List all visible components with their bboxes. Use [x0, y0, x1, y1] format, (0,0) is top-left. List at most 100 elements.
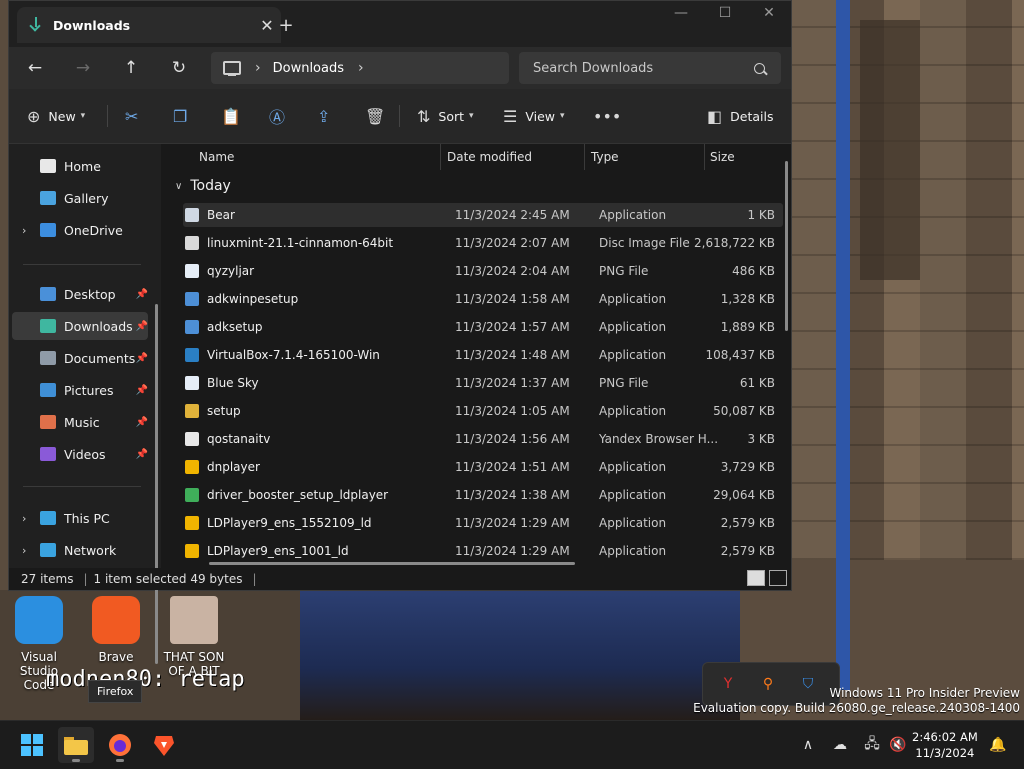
file-row[interactable]: setup 11/3/2024 1:05 AM Application 50,087 …: [183, 399, 783, 423]
details-pane-button[interactable]: ◧ Details: [707, 89, 773, 143]
file-row[interactable]: qostanaitv 11/3/2024 1:56 AM Yandex Browse…: [183, 427, 783, 451]
file-row[interactable]: Bear 11/3/2024 2:45 AM Application 1 KB: [183, 203, 783, 227]
sidebar-item-home[interactable]: Home: [12, 152, 148, 180]
delete-button[interactable]: 🗑: [365, 89, 385, 143]
taskbar-file-explorer[interactable]: [58, 727, 94, 763]
status-bar: 27 items | 1 item selected 49 bytes |: [9, 568, 791, 590]
file-list-horizontal-scrollbar[interactable]: [209, 562, 575, 565]
up-button[interactable]: ↑: [117, 55, 145, 81]
file-row[interactable]: qyzyljar 11/3/2024 2:04 AM PNG File 486 KB: [183, 259, 783, 283]
column-header-type[interactable]: Type: [591, 144, 619, 170]
file-row[interactable]: adksetup 11/3/2024 1:57 AM Application 1,88…: [183, 315, 783, 339]
file-row[interactable]: driver_booster_setup_ldplayer 11/3/2024 1…: [183, 483, 783, 507]
forward-button[interactable]: →: [69, 55, 97, 81]
cut-button[interactable]: ✂: [125, 89, 138, 143]
pictures-icon: [40, 383, 56, 397]
chevron-down-icon: ▾: [469, 111, 474, 121]
wallpaper-block: [860, 20, 920, 280]
tiles-view-icon[interactable]: [769, 570, 787, 586]
file-name: qyzyljar: [207, 264, 255, 278]
breadcrumb-chevron-icon[interactable]: ›: [255, 60, 261, 76]
expand-chevron-icon[interactable]: ›: [22, 544, 26, 557]
sidebar-item-gallery[interactable]: Gallery: [12, 184, 148, 212]
watermark-line2: Evaluation copy. Build 26080.ge_release.…: [693, 701, 1020, 715]
sidebar-item-downloads[interactable]: Downloads 📌: [12, 312, 148, 340]
column-divider[interactable]: [584, 144, 585, 170]
sidebar-item-this-pc[interactable]: › This PC: [12, 504, 148, 532]
sidebar-item-desktop[interactable]: Desktop 📌: [12, 280, 148, 308]
file-row[interactable]: adkwinpesetup 11/3/2024 1:58 AM Applicatio…: [183, 287, 783, 311]
sidebar-item-videos[interactable]: Videos 📌: [12, 440, 148, 468]
cloud-offline-icon[interactable]: ☁: [826, 731, 854, 759]
column-header-name[interactable]: Name: [199, 144, 234, 170]
tab-downloads[interactable]: Downloads ✕: [17, 7, 281, 43]
paste-button[interactable]: 📋: [221, 89, 241, 143]
file-name-cell: qostanaitv: [185, 432, 270, 446]
address-bar[interactable]: › Downloads ›: [211, 52, 509, 84]
rename-button[interactable]: Ⓐ: [269, 89, 285, 143]
volume-muted-icon[interactable]: 🔇: [884, 731, 912, 759]
maximize-button[interactable]: ☐: [703, 5, 747, 27]
close-window-button[interactable]: ✕: [747, 5, 791, 27]
column-divider[interactable]: [440, 144, 441, 170]
start-button[interactable]: [14, 727, 50, 763]
sidebar-item-pictures[interactable]: Pictures 📌: [12, 376, 148, 404]
file-row[interactable]: LDPlayer9_ens_1552109_ld 11/3/2024 1:29 A…: [183, 511, 783, 535]
file-row[interactable]: VirtualBox-7.1.4-165100-Win 11/3/2024 1:4…: [183, 343, 783, 367]
file-type: Application: [599, 516, 667, 530]
network-icon[interactable]: 🖧: [858, 731, 886, 759]
file-list-vertical-scrollbar[interactable]: [785, 161, 788, 331]
file-type: Application: [599, 208, 667, 222]
more-options-button[interactable]: •••: [593, 89, 621, 143]
view-button[interactable]: ☰ View ▾: [503, 89, 565, 143]
file-type: Application: [599, 404, 667, 418]
taskbar-clock[interactable]: 2:46:02 AM 11/3/2024: [912, 729, 978, 761]
selection-info: 1 item selected 49 bytes: [93, 572, 243, 586]
sort-button[interactable]: ⇅ Sort ▾: [417, 89, 474, 143]
file-name-cell: Blue Sky: [185, 376, 259, 390]
desktop-shortcut[interactable]: Brave: [80, 596, 152, 664]
installer-icon: [185, 488, 199, 502]
details-view-icon[interactable]: [747, 570, 765, 586]
file-name: dnplayer: [207, 460, 260, 474]
sidebar-item-onedrive[interactable]: › OneDrive: [12, 216, 148, 244]
file-row[interactable]: LDPlayer9_ens_1001_ld 11/3/2024 1:29 AM Ap…: [183, 539, 783, 563]
column-header-date[interactable]: Date modified: [447, 144, 532, 170]
brave-icon: [154, 736, 174, 756]
notification-bell-icon[interactable]: 🔔: [984, 731, 1012, 759]
column-divider[interactable]: [704, 144, 705, 170]
watermark-line1: Windows 11 Pro Insider Preview: [829, 686, 1020, 700]
breadcrumb-downloads[interactable]: Downloads: [273, 61, 344, 76]
minimize-button[interactable]: —: [659, 5, 703, 27]
new-button[interactable]: ⊕ New ▾: [27, 89, 85, 143]
taskbar-brave[interactable]: [146, 727, 182, 763]
file-row[interactable]: Blue Sky 11/3/2024 1:37 AM PNG File 61 KB: [183, 371, 783, 395]
expand-chevron-icon[interactable]: ›: [22, 512, 26, 525]
copy-button[interactable]: ❐: [173, 89, 187, 143]
taskbar-firefox[interactable]: [102, 727, 138, 763]
file-size: 1,328 KB: [720, 292, 775, 306]
file-size: 486 KB: [732, 264, 775, 278]
file-type: Application: [599, 348, 667, 362]
search-icon[interactable]: [754, 62, 765, 74]
new-tab-button[interactable]: +: [271, 15, 301, 36]
breadcrumb-chevron-icon[interactable]: ›: [358, 60, 364, 76]
file-row[interactable]: linuxmint-21.1-cinnamon-64bit 11/3/2024 2…: [183, 231, 783, 255]
clipboard-icon: 📋: [221, 106, 241, 126]
column-header-size[interactable]: Size: [710, 144, 735, 170]
show-hidden-icons-button[interactable]: ∧: [794, 731, 822, 759]
desktop-shortcut[interactable]: THAT SON OF A BIT: [158, 596, 230, 678]
refresh-button[interactable]: ↻: [165, 55, 193, 81]
sidebar-item-network[interactable]: › Network: [12, 536, 148, 564]
sidebar-item-documents[interactable]: Documents 📌: [12, 344, 148, 372]
gallery-icon: [40, 191, 56, 205]
share-button[interactable]: ⇪: [317, 89, 330, 143]
expand-chevron-icon[interactable]: ›: [22, 224, 26, 237]
group-header-today[interactable]: ∨ Today: [175, 178, 231, 194]
back-button[interactable]: ←: [21, 55, 49, 81]
sidebar-item-music[interactable]: Music 📌: [12, 408, 148, 436]
file-row[interactable]: dnplayer 11/3/2024 1:51 AM Application 3,72…: [183, 455, 783, 479]
search-box[interactable]: Search Downloads: [519, 52, 781, 84]
title-bar[interactable]: Downloads ✕ + — ☐ ✕: [9, 1, 791, 47]
search-input[interactable]: Search Downloads: [533, 61, 653, 76]
